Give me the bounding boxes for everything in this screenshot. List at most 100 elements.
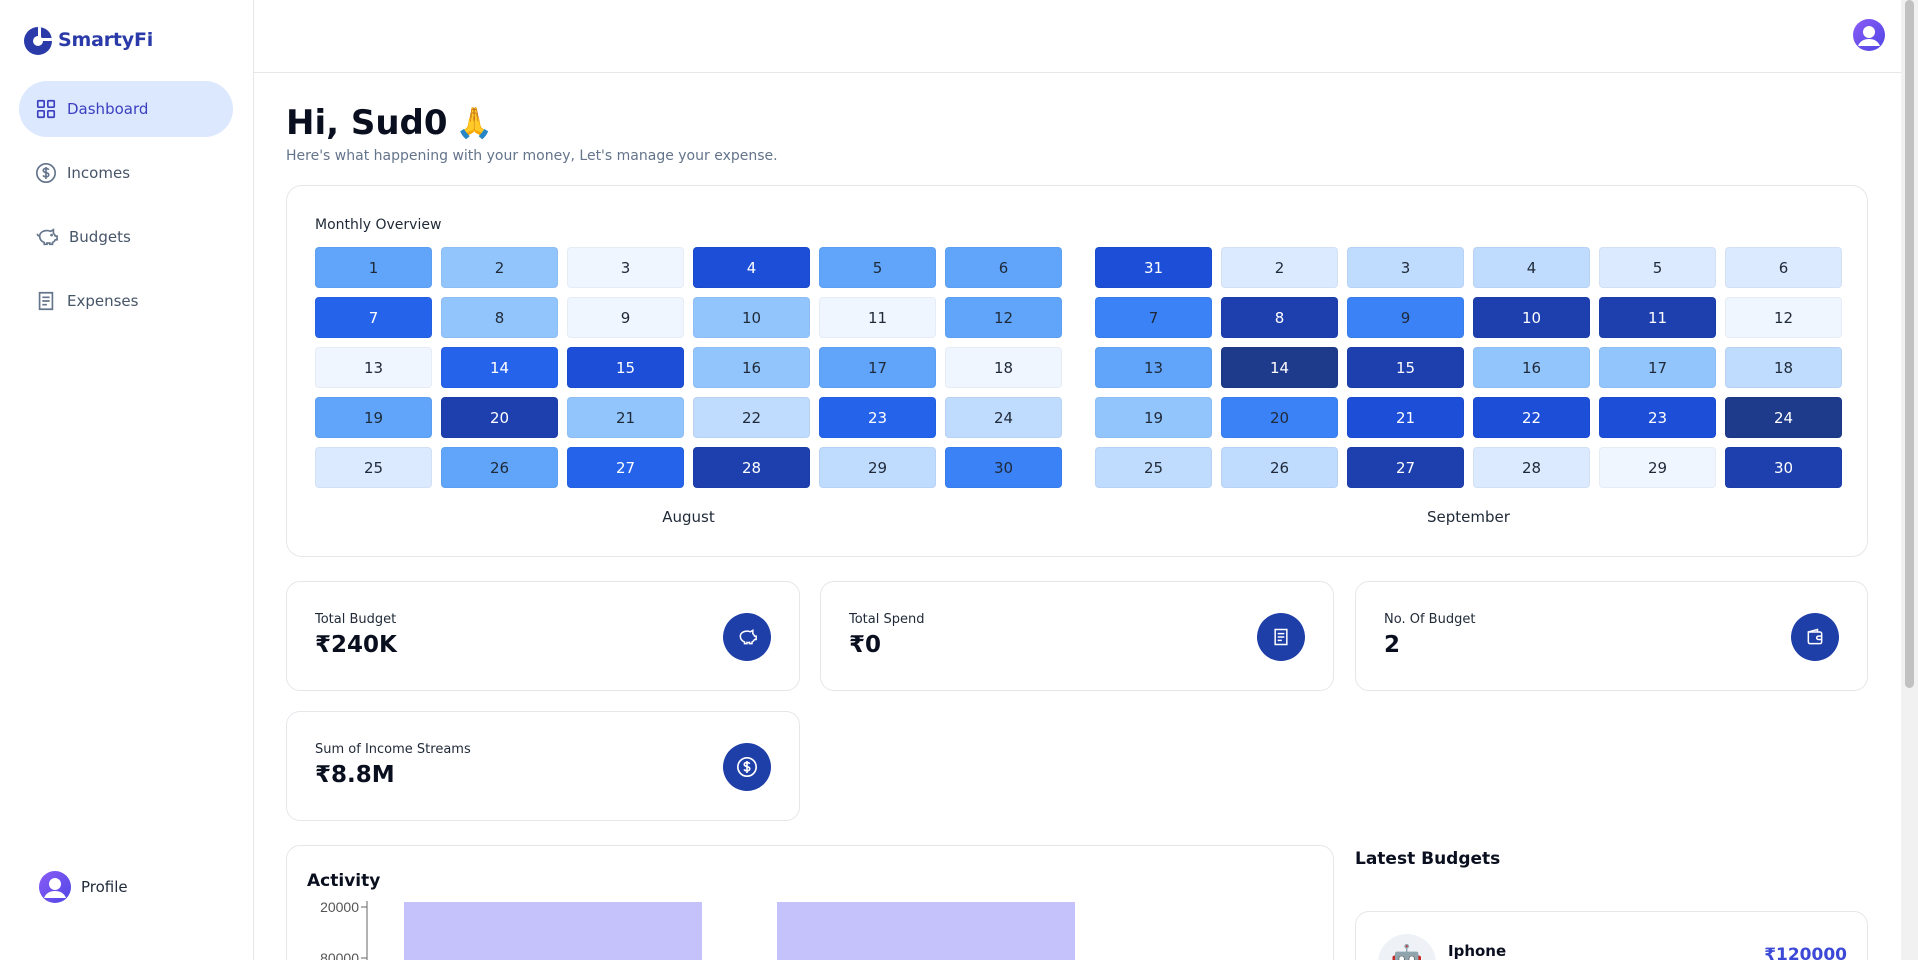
- avatar-icon: [39, 871, 71, 903]
- activity-chart: 20000 80000: [320, 899, 1075, 960]
- chart-bar: [404, 902, 702, 960]
- calendar-day-cell[interactable]: 26: [1221, 447, 1338, 488]
- calendar-day-cell[interactable]: 9: [1347, 297, 1464, 338]
- greeting-text: Hi, Sud0: [286, 103, 448, 143]
- stat-value: 2: [1384, 632, 1401, 658]
- sidebar-item-budgets[interactable]: Budgets: [19, 209, 233, 265]
- brand-logo[interactable]: SmartyFi: [22, 24, 153, 56]
- calendar-day-cell[interactable]: 5: [819, 247, 936, 288]
- calendar-day-cell[interactable]: 6: [1725, 247, 1842, 288]
- overview-title: Monthly Overview: [315, 217, 442, 233]
- piggy-bank-icon: [36, 228, 58, 246]
- calendar-day-cell[interactable]: 18: [945, 347, 1062, 388]
- sidebar-item-dashboard[interactable]: Dashboard: [19, 81, 233, 137]
- calendar-day-cell[interactable]: 30: [945, 447, 1062, 488]
- calendar-day-cell[interactable]: 12: [945, 297, 1062, 338]
- calendar-day-cell[interactable]: 14: [1221, 347, 1338, 388]
- calendar-day-cell[interactable]: 24: [1725, 397, 1842, 438]
- calendar-day-cell[interactable]: 10: [1473, 297, 1590, 338]
- calendar-day-cell[interactable]: 17: [819, 347, 936, 388]
- budget-name: Iphone: [1448, 942, 1507, 960]
- calendar-day-cell[interactable]: 4: [1473, 247, 1590, 288]
- calendar-day-cell[interactable]: 16: [1473, 347, 1590, 388]
- stat-label: Sum of Income Streams: [315, 742, 471, 757]
- latest-budgets-title: Latest Budgets: [1355, 849, 1501, 869]
- calendar-day-cell[interactable]: 20: [441, 397, 558, 438]
- calendar-day-cell[interactable]: 15: [567, 347, 684, 388]
- calendar-day-cell[interactable]: 19: [315, 397, 432, 438]
- wallet-icon: [1791, 613, 1839, 661]
- calendar-day-cell[interactable]: 21: [567, 397, 684, 438]
- month-august: 1 2 3 4 5 6 7 8 9 10 11 12 13 14 15 16 17 18 19 20 21 22 23 24 2…: [315, 247, 1062, 526]
- calendar-day-cell[interactable]: 19: [1095, 397, 1212, 438]
- calendar-day-cell[interactable]: 12: [1725, 297, 1842, 338]
- page-scrollbar[interactable]: [1901, 0, 1918, 960]
- calendar-day-cell[interactable]: 11: [819, 297, 936, 338]
- calendar-day-cell[interactable]: 27: [567, 447, 684, 488]
- calendar-day-cell[interactable]: 21: [1347, 397, 1464, 438]
- calendar-day-cell[interactable]: 26: [441, 447, 558, 488]
- user-avatar-button[interactable]: [1853, 19, 1885, 55]
- calendar-day-cell[interactable]: 16: [693, 347, 810, 388]
- calendar-day-cell[interactable]: 28: [693, 447, 810, 488]
- calendar-day-cell[interactable]: 29: [1599, 447, 1716, 488]
- calendar-day-cell[interactable]: 23: [819, 397, 936, 438]
- calendar-day-cell[interactable]: 22: [693, 397, 810, 438]
- sidebar-item-incomes[interactable]: Incomes: [19, 145, 233, 201]
- calendar-day-cell[interactable]: 31: [1095, 247, 1212, 288]
- calendar-grid: 1 2 3 4 5 6 7 8 9 10 11 12 13 14 15 16 17 18 19 20 21 22 23 24 2…: [315, 247, 1062, 488]
- top-bar: [254, 0, 1901, 73]
- calendar-day-cell[interactable]: 29: [819, 447, 936, 488]
- calendar-day-cell[interactable]: 2: [441, 247, 558, 288]
- budget-amount: ₹120000: [1764, 945, 1847, 960]
- sidebar-item-label: Budgets: [69, 228, 131, 246]
- profile-link[interactable]: Profile: [39, 871, 128, 903]
- logo-icon: [24, 27, 52, 55]
- calendar-day-cell[interactable]: 9: [567, 297, 684, 338]
- calendar-day-cell[interactable]: 11: [1599, 297, 1716, 338]
- grid-icon: [36, 99, 56, 119]
- calendar-day-cell[interactable]: 20: [1221, 397, 1338, 438]
- calendar-day-cell[interactable]: 5: [1599, 247, 1716, 288]
- chart-bar: [777, 902, 1075, 960]
- y-tick-label: 80000: [320, 950, 359, 960]
- calendar-day-cell[interactable]: 13: [315, 347, 432, 388]
- calendar-day-cell[interactable]: 18: [1725, 347, 1842, 388]
- calendar-day-cell[interactable]: 2: [1221, 247, 1338, 288]
- calendar-day-cell[interactable]: 8: [441, 297, 558, 338]
- calendar-day-cell[interactable]: 27: [1347, 447, 1464, 488]
- calendar-day-cell[interactable]: 23: [1599, 397, 1716, 438]
- calendar-day-cell[interactable]: 17: [1599, 347, 1716, 388]
- budget-count-card: No. Of Budget 2: [1355, 581, 1868, 691]
- scrollbar-thumb[interactable]: [1905, 0, 1914, 688]
- avatar-icon: [1853, 19, 1885, 51]
- calendar-day-cell[interactable]: 25: [315, 447, 432, 488]
- calendar-day-cell[interactable]: 1: [315, 247, 432, 288]
- dollar-circle-icon: [36, 163, 56, 183]
- calendar-day-cell[interactable]: 22: [1473, 397, 1590, 438]
- receipt-icon: [38, 291, 54, 311]
- sidebar: SmartyFi Dashboard Incomes Budgets Expen…: [0, 0, 254, 960]
- calendar-day-cell[interactable]: 10: [693, 297, 810, 338]
- calendar-day-cell[interactable]: 6: [945, 247, 1062, 288]
- budget-item-card[interactable]: 🤖 Iphone ₹120000: [1355, 911, 1868, 960]
- calendar-day-cell[interactable]: 4: [693, 247, 810, 288]
- calendar-day-cell[interactable]: 7: [1095, 297, 1212, 338]
- calendar-day-cell[interactable]: 24: [945, 397, 1062, 438]
- sidebar-item-label: Dashboard: [67, 100, 149, 118]
- calendar-day-cell[interactable]: 3: [1347, 247, 1464, 288]
- calendar-day-cell[interactable]: 8: [1221, 297, 1338, 338]
- calendar-day-cell[interactable]: 7: [315, 297, 432, 338]
- total-spend-card: Total Spend ₹0: [820, 581, 1334, 691]
- sidebar-item-expenses[interactable]: Expenses: [19, 273, 233, 329]
- calendar-day-cell[interactable]: 14: [441, 347, 558, 388]
- calendar-day-cell[interactable]: 13: [1095, 347, 1212, 388]
- calendar-day-cell[interactable]: 25: [1095, 447, 1212, 488]
- calendar-day-cell[interactable]: 30: [1725, 447, 1842, 488]
- sidebar-nav: Dashboard Incomes Budgets Expenses: [19, 81, 233, 337]
- calendar-day-cell[interactable]: 28: [1473, 447, 1590, 488]
- sidebar-item-label: Incomes: [67, 164, 131, 182]
- calendar-day-cell[interactable]: 3: [567, 247, 684, 288]
- calendar-day-cell[interactable]: 15: [1347, 347, 1464, 388]
- brand-name: SmartyFi: [58, 29, 154, 51]
